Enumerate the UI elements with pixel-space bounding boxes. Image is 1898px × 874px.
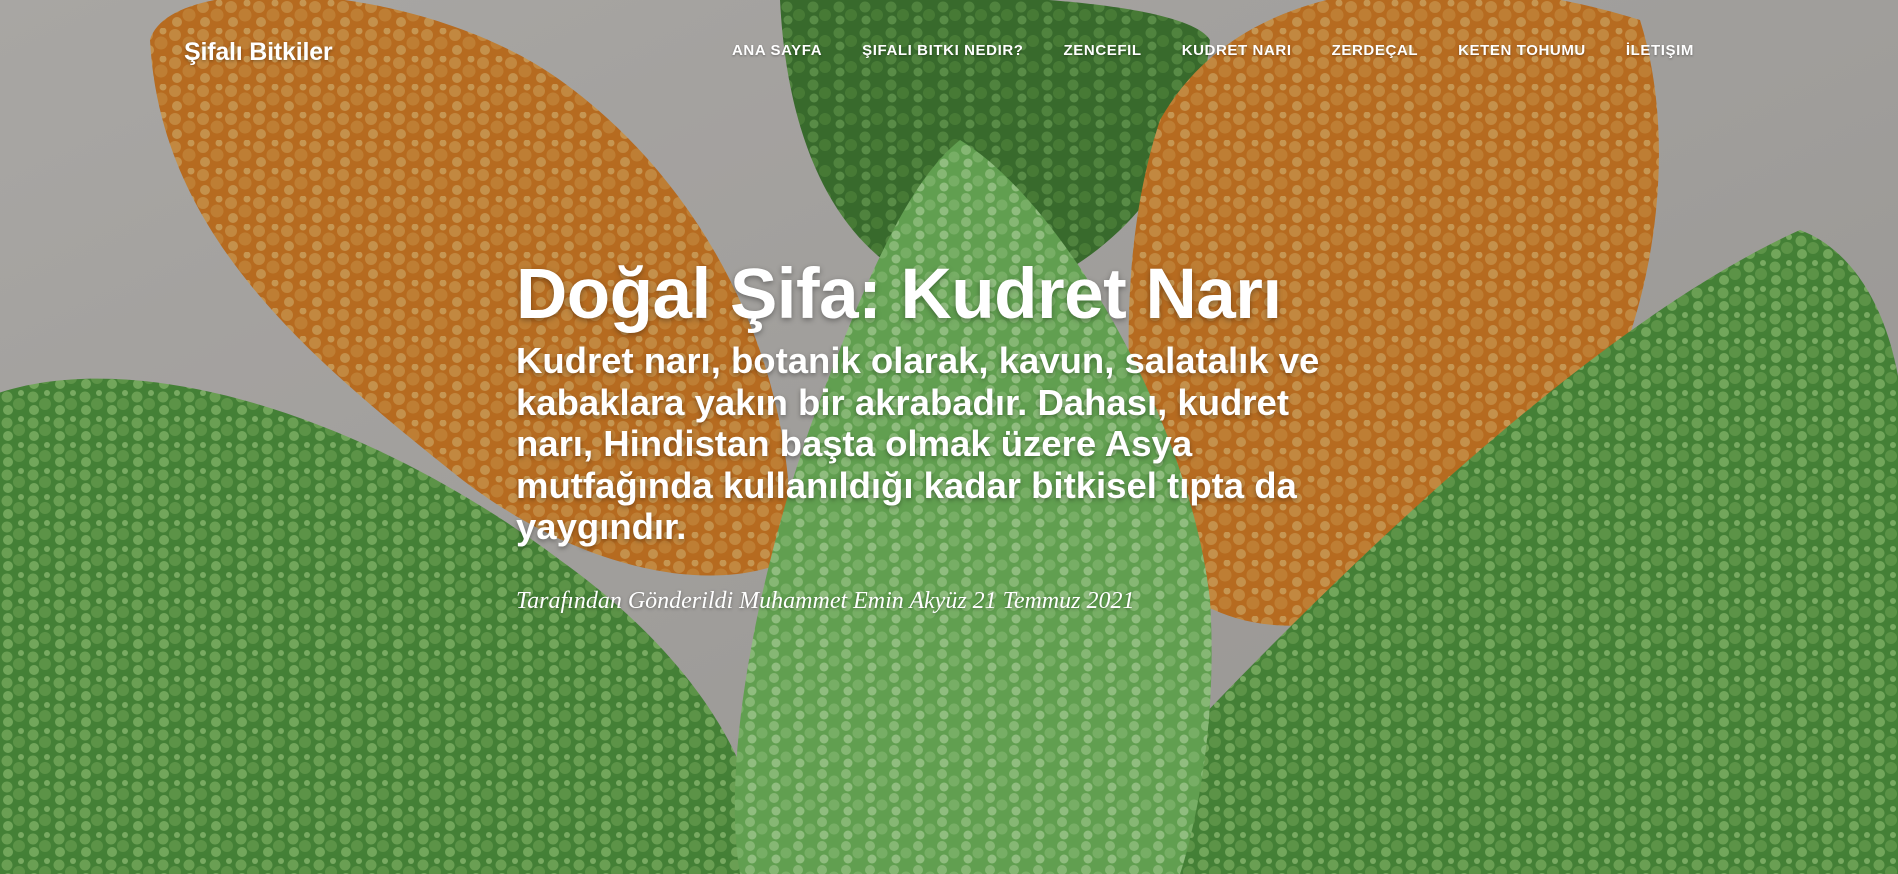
nav-link-home[interactable]: ANA SAYFA: [732, 42, 822, 59]
nav-item-contact: İLETIŞIM: [1626, 42, 1694, 60]
post-meta: Tarafından Gönderildi Muhammet Emin Akyüz…: [516, 586, 1396, 616]
post-date: 21 Temmuz 2021: [972, 587, 1135, 614]
nav-item-what-is-herbal: ŞIFALI BITKI NEDIR?: [862, 42, 1023, 60]
post-heading: Doğal Şifa: Kudret Narı Kudret narı, bot…: [516, 252, 1396, 616]
nav-link-what-is-herbal[interactable]: ŞIFALI BITKI NEDIR?: [862, 42, 1023, 59]
post-subtitle: Kudret narı, botanik olarak, kavun, sala…: [516, 340, 1320, 547]
nav-item-bitter-melon: KUDRET NARI: [1182, 42, 1292, 60]
nav-item-flaxseed: KETEN TOHUMU: [1458, 42, 1586, 60]
site-brand-link[interactable]: Şifalı Bitkiler: [184, 38, 333, 67]
nav-link-flaxseed[interactable]: KETEN TOHUMU: [1458, 42, 1586, 59]
nav-item-home: ANA SAYFA: [732, 42, 822, 60]
masthead: Şifalı Bitkiler ANA SAYFA ŞIFALI BITKI N…: [0, 0, 1898, 874]
nav-link-contact[interactable]: İLETIŞIM: [1626, 42, 1694, 59]
post-author: Muhammet Emin Akyüz: [739, 587, 967, 614]
main-navbar: Şifalı Bitkiler ANA SAYFA ŞIFALI BITKI N…: [0, 0, 1898, 108]
nav-link-ginger[interactable]: ZENCEFIL: [1064, 42, 1142, 59]
nav-link-bitter-melon[interactable]: KUDRET NARI: [1182, 42, 1292, 59]
post-title: Doğal Şifa: Kudret Narı: [516, 255, 1282, 334]
nav-item-turmeric: ZERDEÇAL: [1332, 42, 1418, 60]
nav-link-turmeric[interactable]: ZERDEÇAL: [1332, 42, 1418, 59]
nav-menu: ANA SAYFA ŞIFALI BITKI NEDIR? ZENCEFIL K…: [692, 42, 1694, 60]
post-meta-prefix: Tarafından Gönderildi: [516, 587, 734, 614]
nav-item-ginger: ZENCEFIL: [1064, 42, 1142, 60]
